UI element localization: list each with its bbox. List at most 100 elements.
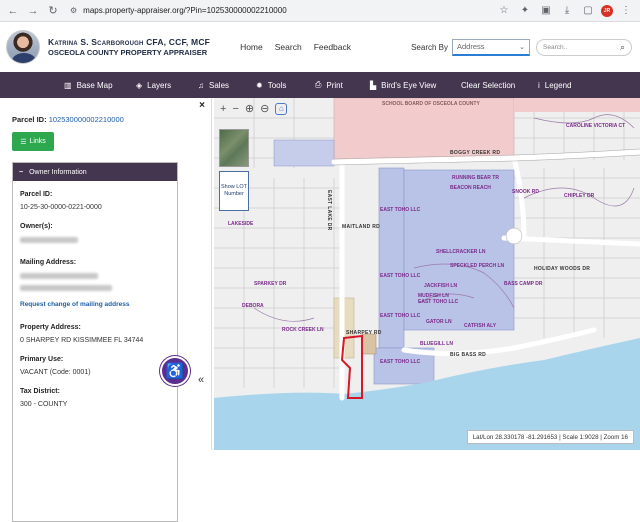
map-label-speckled: SPECKLED PERCH LN [450, 263, 505, 269]
map-label-east-toho-1: EAST TOHO LLC [380, 207, 421, 213]
map-toolbar: ▥ Base Map ◈ Layers ♫ Sales ✹ Tools ⎙ Print ▙… [0, 72, 640, 98]
cul-de-sac [505, 227, 523, 245]
east-toho-parcel-1[interactable] [378, 167, 405, 349]
property-address-value: 0 SHARPEY RD KISSIMMEE FL 34744 [20, 337, 144, 344]
book-icon: ▥ [64, 80, 72, 90]
zoom-out-icon[interactable]: − [232, 103, 238, 115]
blue-parcel-north[interactable] [273, 139, 335, 167]
toolbar-label: Layers [147, 80, 172, 90]
extensions-icon[interactable]: ✦ [517, 4, 533, 18]
big-bass-road-label: BIG BASS RD [450, 352, 487, 358]
appraiser-name: Katrina S. Scarborough CFA, CCF, MCF [48, 37, 211, 47]
list-icon: ☰ [20, 138, 27, 146]
toolbar-label: Tools [267, 80, 287, 90]
gear-icon: ✹ [256, 80, 263, 90]
toolbar-legend[interactable]: i Legend [538, 72, 571, 98]
search-type-value: Address [457, 42, 485, 51]
toolbar-sales[interactable]: ♫ Sales [198, 72, 229, 98]
download-icon[interactable]: ⤓ [559, 4, 575, 18]
map-label-lakeside: LAKESIDE [228, 221, 254, 227]
mailing-line-2-redacted [20, 285, 112, 291]
links-button[interactable]: ☰ Links [12, 132, 54, 151]
profile-avatar[interactable]: JR [601, 4, 613, 17]
owner-card-header[interactable]: − Owner Information [13, 163, 177, 181]
map-label-jackfish: JACKFISH LN [424, 283, 458, 289]
toolbar-birds-eye[interactable]: ▙ Bird's Eye View [370, 72, 436, 98]
show-lot-number-button[interactable]: Show LOT Number [219, 171, 249, 211]
printer-icon: ⎙ [315, 80, 322, 89]
accessibility-icon[interactable]: ♿ [160, 356, 190, 386]
forward-icon[interactable]: → [26, 4, 40, 18]
map-label-east-toho-3: EAST TOHO LLC [380, 313, 421, 319]
zoom-box-out-icon[interactable]: ⊖ [260, 102, 269, 115]
map-label-sparkey: SPARKEY DR [254, 281, 287, 287]
map-label-snook: SNOOK RD [512, 189, 539, 195]
appraiser-photo [6, 30, 40, 64]
collapse-panel-icon[interactable]: « [198, 374, 204, 386]
search-icon[interactable]: ⌕ [620, 42, 625, 53]
close-icon[interactable]: × [199, 100, 205, 111]
bell-icon: ♫ [198, 80, 204, 90]
maitland-road-label: MAITLAND RD [342, 224, 381, 230]
request-mailing-change-link[interactable]: Request change of mailing address [20, 301, 129, 308]
parcel-map[interactable]: + − ⊕ ⊖ ⌂ Show LOT Number SCHOOL BOARD O… [214, 98, 640, 450]
parcel-heading-id[interactable]: 102530000002210000 [49, 115, 124, 124]
toolbar-layers[interactable]: ◈ Layers [136, 72, 171, 98]
boggy-creek-road-label: BOGGY CREEK RD [450, 150, 501, 156]
tax-district-label: Tax District: [20, 388, 60, 395]
nav-feedback[interactable]: Feedback [314, 42, 351, 52]
site-info-icon[interactable]: ⚙ [70, 6, 77, 15]
address-bar[interactable]: ⚙ maps.property-appraiser.org/?Pin=10253… [70, 3, 490, 19]
bookmark-star-icon[interactable]: ☆ [496, 4, 512, 18]
toolbar-clear-selection[interactable]: Clear Selection [461, 72, 515, 98]
toolbar-label: Bird's Eye View [381, 80, 437, 90]
menu-icon[interactable]: ⋮ [618, 4, 634, 18]
map-canvas[interactable] [214, 98, 640, 450]
zoom-box-in-icon[interactable]: ⊕ [245, 102, 254, 115]
puzzle-icon[interactable]: ▣ [538, 4, 554, 18]
nav-home[interactable]: Home [240, 42, 263, 52]
tab-icon[interactable]: ▢ [580, 4, 596, 18]
chevron-down-icon: ⌄ [519, 43, 525, 51]
toolbar-base-map[interactable]: ▥ Base Map [64, 72, 113, 98]
office-name: OSCEOLA COUNTY PROPERTY APPRAISER [48, 47, 208, 57]
site-header: Katrina S. Scarborough CFA, CCF, MCF OSC… [0, 22, 640, 72]
map-label-rock-creek: ROCK CREEK LN [282, 327, 324, 333]
map-label-gator: GATOR LN [426, 319, 452, 325]
toolbar-label: Base Map [76, 80, 113, 90]
map-label-beacon: BEACON REACH [450, 185, 491, 191]
mailing-line-1-redacted [20, 273, 98, 279]
tax-district-value: 300 - COUNTY [20, 401, 68, 408]
map-label-bluegill: BLUEGILL LN [420, 341, 453, 347]
map-label-chipley: CHIPLEY DR [564, 193, 595, 199]
browser-bar: ← → ↻ ⚙ maps.property-appraiser.org/?Pin… [0, 0, 640, 22]
top-nav: Home Search Feedback [240, 42, 363, 52]
toolbar-tools[interactable]: ✹ Tools [256, 72, 286, 98]
nav-search[interactable]: Search [275, 42, 302, 52]
search-input[interactable]: Search.. ⌕ [536, 38, 632, 56]
parcel-panel: × Parcel ID: 102530000002210000 ☰ Links … [0, 98, 212, 522]
map-label-east-toho-4: EAST TOHO LLC [380, 359, 421, 365]
aerial-basemap-thumbnail[interactable] [219, 129, 249, 167]
map-status-bar: Lat/Lon 28.330178 -81.291653 | Scale 1:9… [466, 430, 634, 444]
map-label-caroline: CAROLINE VICTORIA CT [566, 123, 626, 129]
map-label-east-toho-5: EAST TOHO LLC [418, 299, 459, 305]
parcel-field-label: Parcel ID: [20, 191, 53, 198]
links-label: Links [29, 138, 46, 145]
reload-icon[interactable]: ↻ [46, 4, 60, 18]
search-by-label: Search By [411, 42, 448, 52]
school-board-label: SCHOOL BOARD OF OSCEOLA COUNTY [382, 101, 480, 107]
zoom-in-icon[interactable]: + [220, 103, 226, 115]
toolbar-label: Legend [544, 80, 572, 90]
east-lake-road-label: EAST LAKE DR [326, 190, 332, 231]
map-label-debora: DEBORA [242, 303, 264, 309]
primary-use-label: Primary Use: [20, 356, 64, 363]
parcel-heading-label: Parcel ID: [12, 115, 47, 124]
search-type-select[interactable]: Address ⌄ [452, 38, 530, 56]
pink-parcel-north[interactable] [514, 98, 640, 112]
back-icon[interactable]: ← [6, 4, 20, 18]
home-icon[interactable]: ⌂ [275, 102, 288, 115]
info-icon: i [538, 80, 540, 90]
toolbar-print[interactable]: ⎙ Print [315, 72, 343, 98]
tan-parcel-2[interactable] [361, 333, 377, 355]
